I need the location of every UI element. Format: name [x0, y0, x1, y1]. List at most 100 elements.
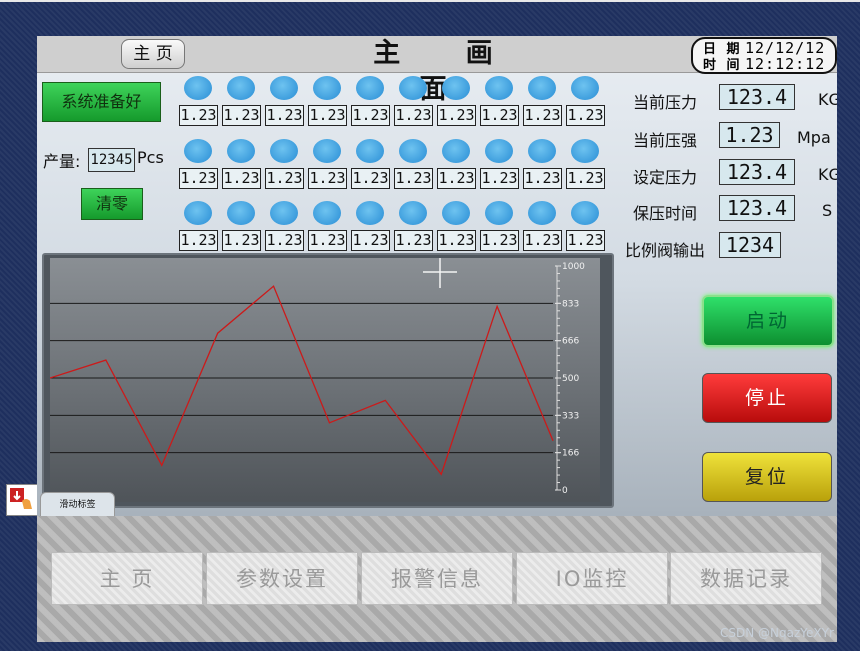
status-led — [485, 139, 513, 163]
page-title: 主 画 面 — [373, 38, 521, 105]
y-tick-label: 333 — [562, 411, 579, 421]
y-tick-label: 1000 — [562, 262, 585, 272]
reading-label: 设定压力 — [633, 168, 698, 187]
status-led — [485, 76, 513, 100]
value-cell: 1.23 — [265, 230, 304, 251]
reset-button[interactable]: 复位 — [702, 452, 832, 502]
status-led — [442, 139, 470, 163]
touch-icon[interactable] — [6, 484, 38, 516]
value-cell: 1.23 — [480, 230, 519, 251]
status-led — [399, 76, 427, 100]
reading-unit: S — [822, 201, 833, 220]
value-cell: 1.23 — [566, 105, 605, 126]
home-button[interactable]: 主 页 — [121, 39, 185, 69]
series-line — [49, 285, 554, 476]
output-label: 产量: — [43, 152, 81, 171]
status-led — [184, 201, 212, 225]
nav-alarms[interactable]: 报警信息 — [361, 552, 513, 605]
slide-tab[interactable]: 滑动标签 — [40, 492, 115, 518]
value-cell: 1.23 — [179, 168, 218, 189]
value-cell: 1.23 — [480, 168, 519, 189]
watermark: CSDN @NqazYeXYr — [720, 626, 834, 640]
y-tick-label: 500 — [562, 374, 579, 384]
output-unit: Pcs — [137, 148, 164, 167]
reading-label: 比例阀输出 — [625, 241, 706, 260]
reading-label: 当前压强 — [633, 131, 698, 150]
datetime-display: 日 期 12/12/12 时 间 12:12:12 — [691, 37, 837, 74]
bottom-nav: 主 页 参数设置 报警信息 IO监控 数据记录 — [37, 516, 837, 642]
status-led — [270, 201, 298, 225]
status-led — [399, 201, 427, 225]
value-cell: 1.23 — [523, 105, 562, 126]
status-led — [227, 201, 255, 225]
status-led — [485, 201, 513, 225]
output-value: 12345 — [88, 148, 135, 172]
value-cell: 1.23 — [480, 105, 519, 126]
nav-io-monitor[interactable]: IO监控 — [516, 552, 668, 605]
value-cell: 1.23 — [351, 168, 390, 189]
value-cell: 1.23 — [523, 168, 562, 189]
status-led — [528, 76, 556, 100]
reading-value: 123.4 — [719, 84, 795, 110]
status-led — [528, 139, 556, 163]
status-led — [313, 201, 341, 225]
crosshair-cursor — [423, 256, 457, 288]
hmi-panel: 主 页 主 画 面 日 期12/12/12 时 间12:12:12 系统准备好 … — [37, 36, 837, 642]
value-cell: 1.23 — [222, 168, 261, 189]
status-led — [313, 76, 341, 100]
reading-label: 当前压力 — [633, 93, 698, 112]
stop-button[interactable]: 停止 — [702, 373, 832, 423]
reading-label: 保压时间 — [633, 204, 698, 223]
value-cell: 1.23 — [394, 168, 433, 189]
status-led — [571, 76, 599, 100]
status-led — [270, 139, 298, 163]
value-cell: 1.23 — [351, 230, 390, 251]
start-button[interactable]: 启动 — [702, 295, 834, 347]
status-led — [356, 76, 384, 100]
nav-home[interactable]: 主 页 — [51, 552, 203, 605]
value-cell: 1.23 — [437, 168, 476, 189]
value-cell: 1.23 — [308, 168, 347, 189]
status-led — [399, 139, 427, 163]
chart-svg: 1000 833 666 500 333 166 0 — [49, 256, 585, 496]
top-edge — [0, 0, 860, 2]
status-led — [184, 76, 212, 100]
value-cell: 1.23 — [566, 168, 605, 189]
y-tick-label: 833 — [562, 299, 579, 309]
y-tick-label: 0 — [562, 486, 568, 496]
time-label: 时 间 — [703, 58, 743, 73]
status-led — [184, 139, 212, 163]
value-cell: 1.23 — [265, 168, 304, 189]
value-cell: 1.23 — [308, 230, 347, 251]
value-cell: 1.23 — [265, 105, 304, 126]
status-led — [356, 201, 384, 225]
value-cell: 1.23 — [222, 230, 261, 251]
status-led — [313, 139, 341, 163]
status-led — [571, 201, 599, 225]
value-cell: 1.23 — [566, 230, 605, 251]
value-cell: 1.23 — [394, 230, 433, 251]
value-cell: 1.23 — [179, 230, 218, 251]
title-bar: 主 页 主 画 面 日 期12/12/12 时 间12:12:12 — [37, 36, 837, 105]
trend-chart: 1000 833 666 500 333 166 0 — [42, 253, 614, 508]
reading-unit: KG — [818, 165, 837, 184]
value-cell: 1.23 — [394, 105, 433, 126]
status-led — [442, 201, 470, 225]
value-cell: 1.23 — [437, 105, 476, 126]
chart-area: 1000 833 666 500 333 166 0 — [49, 256, 600, 502]
value-cell: 1.23 — [222, 105, 261, 126]
y-tick-label: 666 — [562, 337, 579, 347]
nav-data-records[interactable]: 数据记录 — [670, 552, 822, 605]
system-ready-button[interactable]: 系统准备好 — [42, 82, 161, 122]
status-led — [442, 76, 470, 100]
value-cell: 1.23 — [179, 105, 218, 126]
y-tick-label: 166 — [562, 449, 579, 459]
reading-unit: KG — [818, 90, 837, 109]
value-cell: 1.23 — [523, 230, 562, 251]
nav-parameters[interactable]: 参数设置 — [206, 552, 358, 605]
value-cell: 1.23 — [308, 105, 347, 126]
status-led — [528, 201, 556, 225]
clear-button[interactable]: 清零 — [81, 188, 143, 220]
reading-value: 1.23 — [719, 122, 780, 148]
status-led — [227, 76, 255, 100]
